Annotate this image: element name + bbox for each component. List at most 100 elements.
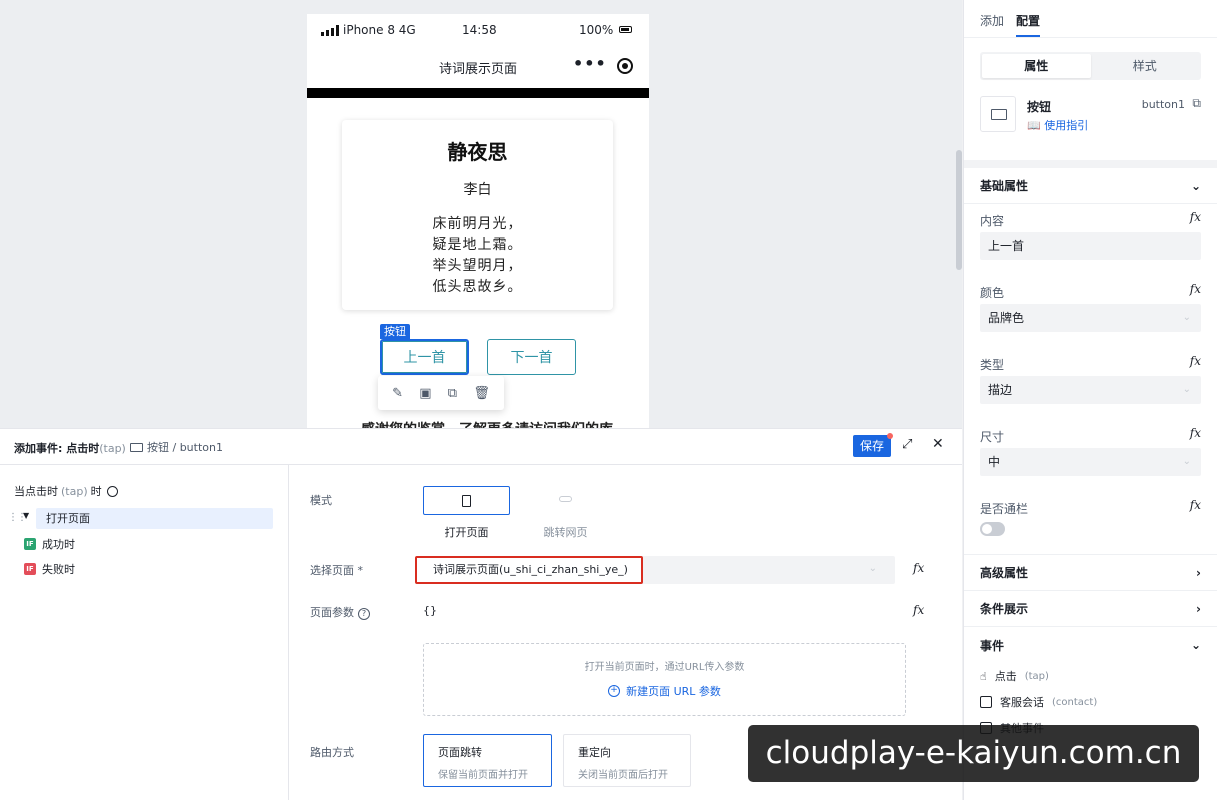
action-open-page[interactable]: 打开页面 — [36, 508, 273, 529]
event-contact[interactable]: 客服会话 (contact) — [980, 689, 1201, 715]
component-info: 按钮 button1 ⧉ 📖 使用指引 — [964, 86, 1217, 152]
mode-open-page[interactable] — [423, 486, 510, 515]
divider — [964, 160, 1217, 168]
edit-icon[interactable]: ✎ — [392, 386, 403, 401]
full-width-toggle[interactable] — [980, 522, 1005, 536]
caret-down-icon[interactable]: ▼ — [23, 511, 29, 520]
chevron-down-icon: ⌄ — [1190, 638, 1201, 652]
section-events[interactable]: 事件 ⌄ — [964, 627, 1217, 663]
route-title: 重定向 — [578, 746, 611, 759]
add-param-label: 新建页面 URL 参数 — [626, 685, 721, 698]
prev-poem-button[interactable]: 上一首 — [380, 339, 469, 375]
chevron-down-icon: ⌄ — [1182, 384, 1191, 395]
fx-icon[interactable]: fx — [1190, 498, 1201, 512]
expand-icon[interactable]: ⤢ — [902, 437, 912, 452]
battery-percent: 100% — [579, 23, 614, 37]
field-color: 颜色 fx 品牌色 ⌄ — [964, 276, 1217, 348]
size-select[interactable]: 中 ⌄ — [980, 448, 1201, 476]
color-select[interactable]: 品牌色 ⌄ — [980, 304, 1201, 332]
branch-fail[interactable]: IF 失败时 — [24, 561, 75, 577]
section-advanced-properties[interactable]: 高级属性 › — [964, 555, 1217, 591]
poem-author: 李白 — [463, 182, 492, 198]
close-icon[interactable]: ✕ — [932, 436, 944, 452]
type-select[interactable]: 描边 ⌄ — [980, 376, 1201, 404]
tab-add[interactable]: 添加 — [980, 12, 1004, 37]
select-value: 品牌色 — [988, 311, 1025, 325]
canvas: iPhone 8 4G 14:58 100% 诗词展示页面 ••• 静夜思 李白… — [0, 0, 962, 428]
section-title: 高级属性 — [980, 566, 1029, 580]
select-page-dropdown[interactable]: 诗词展示页面(u_shi_ci_zhan_shi_ye_) ⌄ — [415, 556, 895, 584]
branch-label: 成功时 — [42, 538, 75, 551]
event-label: 点击 — [994, 670, 1017, 683]
fx-icon[interactable]: fx — [913, 561, 924, 575]
field-size: 尺寸 fx 中 ⌄ — [964, 420, 1217, 492]
status-time: 14:58 — [462, 23, 497, 37]
next-poem-button[interactable]: 下一首 — [487, 339, 576, 375]
property-segment: 属性 样式 — [980, 52, 1201, 80]
fx-icon[interactable]: fx — [1190, 354, 1201, 368]
route-navigate-option[interactable]: 页面跳转 保留当前页面并打开 — [423, 734, 552, 787]
event-tap[interactable]: ☝ 点击 (tap) — [980, 663, 1201, 689]
panel-tabs: 添加 配置 — [964, 0, 1217, 38]
select-value: 描边 — [988, 383, 1013, 397]
event-label: 客服会话 — [1000, 696, 1044, 709]
selected-component-tag: 按钮 — [380, 324, 410, 339]
event-sub: (contact) — [1052, 696, 1098, 708]
fx-icon[interactable]: fx — [1190, 282, 1201, 296]
chevron-down-icon: ⌄ — [1182, 456, 1191, 467]
poem-line: 疑是地上霜。 — [432, 237, 523, 253]
copy-icon[interactable]: ⧉ — [1192, 96, 1201, 111]
help-icon[interactable]: ? — [358, 608, 370, 620]
document-icon — [462, 495, 471, 507]
add-url-param-button[interactable]: + 新建页面 URL 参数 — [424, 683, 905, 699]
delete-icon[interactable]: 🗑 — [473, 386, 490, 401]
tab-config[interactable]: 配置 — [1016, 12, 1041, 37]
mode-open-url[interactable] — [522, 486, 609, 515]
page-params-value: {} — [423, 604, 437, 617]
field-label: 颜色 — [980, 286, 1005, 300]
route-desc: 关闭当前页面后打开 — [578, 770, 668, 781]
capsule-close-icon[interactable] — [617, 58, 633, 74]
fx-icon[interactable]: fx — [1190, 426, 1201, 440]
poem-line: 举头望明月， — [432, 258, 523, 274]
chevron-down-icon: ⌄ — [868, 563, 877, 574]
component-toolbar: ✎ ▣ ⧉ 🗑 — [378, 376, 504, 410]
save-button[interactable]: 保存 — [853, 433, 893, 457]
header-bar — [307, 88, 649, 98]
content-input[interactable]: 上一首 — [980, 232, 1201, 260]
field-label: 是否通栏 — [980, 502, 1029, 516]
segment-properties[interactable]: 属性 — [982, 54, 1091, 78]
fx-icon[interactable]: fx — [913, 603, 924, 617]
usage-guide-link[interactable]: 📖 使用指引 — [1027, 117, 1088, 133]
section-condition-display[interactable]: 条件展示 › — [964, 591, 1217, 627]
if-fail-icon: IF — [24, 563, 36, 575]
field-label: 类型 — [980, 358, 1005, 372]
canvas-scrollbar[interactable] — [956, 150, 962, 270]
route-redirect-option[interactable]: 重定向 关闭当前页面后打开 — [563, 734, 691, 787]
route-desc: 保留当前页面并打开 — [438, 770, 528, 781]
page-params-text: 页面参数 — [310, 606, 354, 619]
trigger-text: 当点击时 — [14, 485, 58, 498]
chevron-right-icon: › — [1196, 565, 1201, 580]
action-tree: 当点击时 (tap) 时 ⋮⋮ ▼ 打开页面 IF 成功时 IF 失败时 — [0, 465, 289, 800]
button-component-icon — [130, 442, 143, 452]
watermark: cloudplay-e-kaiyun.com.cn — [748, 725, 1199, 782]
save-icon[interactable]: ▣ — [419, 386, 431, 401]
field-label: 内容 — [980, 214, 1005, 228]
mode-link-caption: 跳转网页 — [543, 526, 588, 539]
copy-icon[interactable]: ⧉ — [448, 386, 457, 401]
section-basic-properties[interactable]: 基础属性 ⌄ — [964, 168, 1217, 204]
mode-open-caption: 打开页面 — [444, 526, 489, 539]
event-editor-title: 添加事件: 点击时(tap) — [14, 440, 126, 456]
plus-icon: + — [608, 685, 621, 697]
chevron-down-icon: ⌄ — [1182, 312, 1191, 323]
more-icon[interactable]: ••• — [573, 54, 607, 73]
gear-icon[interactable] — [106, 485, 118, 497]
segment-styles[interactable]: 样式 — [1091, 54, 1200, 78]
tap-icon: ☝ — [980, 669, 987, 683]
trigger-tap: (tap) — [61, 484, 88, 498]
branch-success[interactable]: IF 成功时 — [24, 536, 75, 552]
fx-icon[interactable]: fx — [1190, 210, 1201, 224]
battery-icon — [619, 26, 632, 33]
event-sub: (tap) — [1024, 670, 1049, 682]
